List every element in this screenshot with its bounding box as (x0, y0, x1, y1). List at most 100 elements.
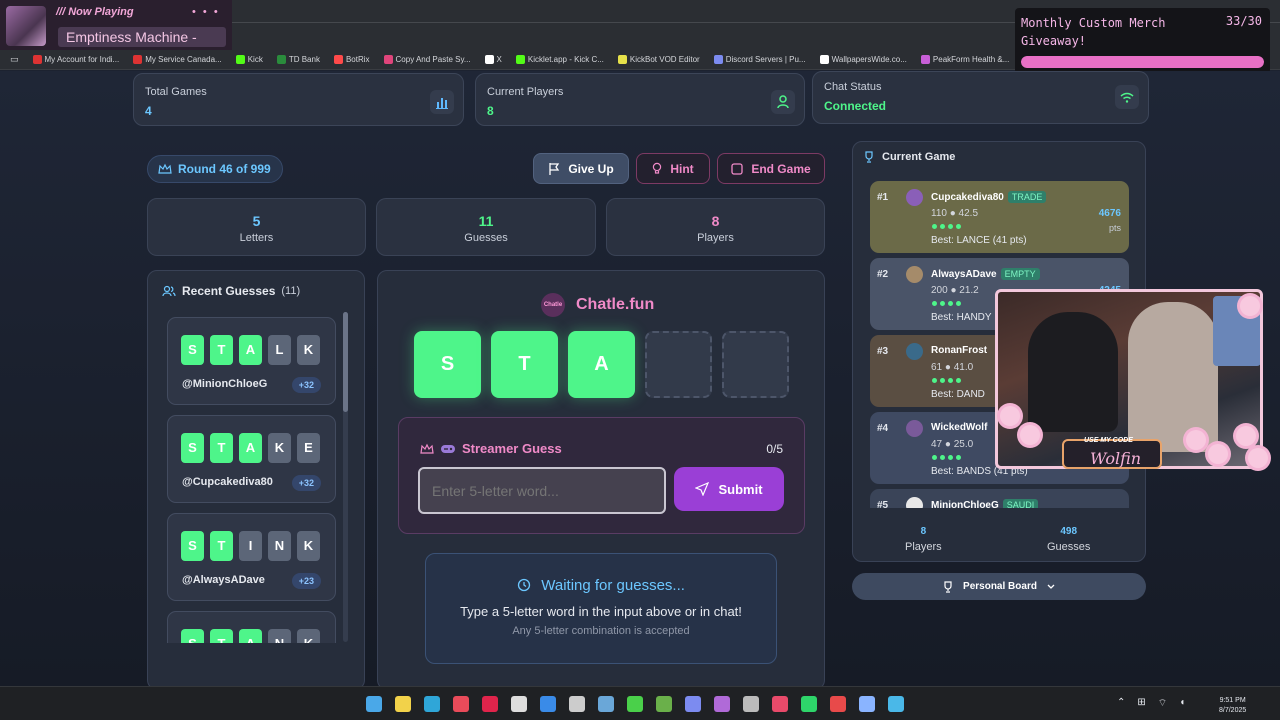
submit-button[interactable]: Submit (674, 467, 784, 511)
letters-label: Letters (239, 232, 274, 244)
chevron-down-icon (1046, 583, 1056, 591)
player-name-row: Cupcakediva80 TRADE (931, 191, 1047, 203)
guess-tile: L (268, 335, 291, 365)
bookmark-item[interactable]: Kick (235, 55, 263, 64)
tray-chevron-up-icon[interactable]: ⌃ (1117, 697, 1125, 710)
player-card[interactable]: #5 MinionChloeG SAUDI (870, 489, 1129, 508)
photos-icon[interactable] (888, 696, 904, 712)
xbox-icon[interactable] (627, 696, 643, 712)
recent-guesses-title: Recent Guesses (182, 284, 276, 298)
end-game-button[interactable]: End Game (717, 153, 825, 184)
user-icon (771, 90, 795, 114)
windows-start-icon[interactable] (366, 696, 382, 712)
maps-icon[interactable] (772, 696, 788, 712)
now-playing-label: /// Now Playing (56, 6, 134, 18)
creator-code-name: Wolfin (1090, 449, 1142, 468)
hint-button[interactable]: Hint (636, 153, 710, 184)
progress-dot (956, 224, 961, 229)
bookmark-item[interactable]: BotRix (333, 55, 370, 64)
crown-icon (158, 163, 172, 175)
guess-tile: N (268, 629, 291, 643)
guess-tiles: STINK (181, 531, 320, 561)
volume-icon[interactable]: ◖ (1179, 697, 1185, 710)
footer-guesses-label: Guesses (1047, 541, 1091, 553)
guess-tiles: STALK (181, 335, 320, 365)
bar-chart-icon (430, 90, 454, 114)
word-input[interactable] (418, 467, 666, 514)
player-score-unit: pts (1108, 223, 1121, 233)
player-name-row: RonanFrost (931, 345, 987, 356)
opera-icon[interactable] (482, 696, 498, 712)
edge-icon[interactable] (424, 696, 440, 712)
bookmark-item[interactable]: Kicklet.app - Kick C... (515, 55, 604, 64)
submit-label: Submit (718, 481, 763, 497)
tray-app-icon[interactable]: ⊞ (1137, 697, 1145, 710)
steam-icon[interactable] (598, 696, 614, 712)
guess-tiles: STANK (181, 629, 320, 643)
player-name-row: AlwaysADave EMPTY (931, 268, 1040, 280)
obs-icon[interactable] (743, 696, 759, 712)
bookmark-item[interactable]: X (484, 55, 502, 64)
bookmark-item[interactable]: Discord Servers | Pu... (713, 55, 806, 64)
player-progress-dots (932, 455, 961, 460)
progress-dot (940, 301, 945, 306)
bookmark-item[interactable]: PeakForm Health &... (920, 55, 1009, 64)
app-icon[interactable] (540, 696, 556, 712)
bookmark-item[interactable]: My Service Canada... (133, 55, 222, 64)
file-explorer-icon[interactable] (395, 696, 411, 712)
footer-players-value: 8 (920, 526, 927, 537)
guess-tile: A (239, 433, 262, 463)
hint-label: Hint (670, 161, 694, 176)
bookmark-label: KickBot VOD Editor (629, 55, 700, 64)
give-up-label: Give Up (568, 161, 614, 176)
bookmark-item[interactable]: My Account for Indi... (32, 55, 120, 64)
guess-tile: A (239, 629, 262, 643)
board-tile-filled: S (414, 331, 481, 398)
player-name: WickedWolf (931, 422, 988, 433)
bookmark-item[interactable]: TD Bank (276, 55, 320, 64)
recent-guesses-scroll-thumb[interactable] (343, 312, 348, 412)
guess-tile: K (297, 335, 320, 365)
progress-dot (948, 224, 953, 229)
current-game-title: Current Game (882, 151, 956, 163)
player-progress-dots (932, 378, 961, 383)
network-icon[interactable]: ⌔ (1158, 697, 1167, 710)
player-avatar (906, 343, 923, 360)
player-name: AlwaysADave (931, 269, 997, 280)
recent-guesses-list[interactable]: S T A L K @MinionChloeG +32 S T A K E @Cupcakediva80… (161, 311, 351, 643)
trophy-icon (942, 580, 954, 593)
round-indicator: Round 46 of 999 (147, 155, 283, 183)
discord-icon[interactable] (685, 696, 701, 712)
personal-board-label: Personal Board (963, 581, 1037, 592)
clock-time: 9:51 PM (1219, 697, 1246, 704)
bookmark-item[interactable]: WallpapersWide.co... (819, 55, 907, 64)
waiting-title-row: Waiting for guesses... (426, 577, 776, 594)
guess-tile: T (210, 629, 233, 643)
player-progress-dots (932, 224, 961, 229)
bookmark-item[interactable]: Copy And Paste Sy... (383, 55, 471, 64)
creator-code-label: USE MY CODE (1084, 437, 1133, 444)
guess-points-badge: +23 (291, 573, 321, 589)
bookmark-item[interactable]: KickBot VOD Editor (617, 55, 700, 64)
give-up-button[interactable]: Give Up (533, 153, 629, 184)
album-art (6, 6, 46, 46)
letters-card: 5 Letters (147, 198, 366, 256)
app-icon[interactable] (859, 696, 875, 712)
player-avatar (906, 497, 923, 508)
minecraft-icon[interactable] (656, 696, 672, 712)
player-card[interactable]: #1 110 ● 42.5 Best: LANCE (41 pts) 4676 pts C… (870, 181, 1129, 253)
bookmark-label: My Account for Indi... (44, 55, 120, 64)
bookmarks-menu-icon[interactable]: ▭ (10, 54, 19, 65)
streamer-app-icon[interactable] (714, 696, 730, 712)
guess-tile: S (181, 629, 204, 643)
guess-tile: I (239, 531, 262, 561)
vivaldi-icon[interactable] (453, 696, 469, 712)
terminal-icon[interactable] (569, 696, 585, 712)
taskbar-clock[interactable]: 9:51 PM 8/7/2025 (1219, 696, 1246, 716)
personal-board-button[interactable]: Personal Board (852, 573, 1146, 600)
adobe-icon[interactable] (830, 696, 846, 712)
discord-icon (713, 55, 723, 64)
guesses-label: Guesses (464, 232, 508, 244)
spotify-icon[interactable] (801, 696, 817, 712)
epic-games-icon[interactable] (511, 696, 527, 712)
